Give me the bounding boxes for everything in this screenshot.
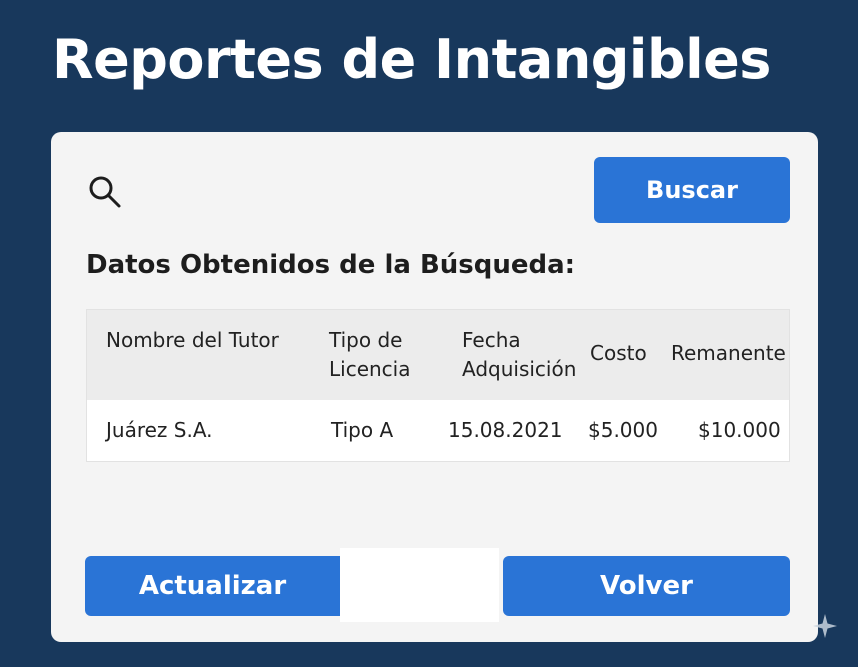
update-button[interactable]: Actualizar [85,556,340,616]
column-header-acquisition-date: Fecha Adquisición [462,328,577,381]
cell-cost: $5.000 [588,418,658,442]
blank-area [340,548,499,622]
column-header-license-type: Tipo de Licencia [329,328,411,381]
column-header-remaining: Remanente [671,341,786,365]
search-icon[interactable] [85,172,125,212]
report-card: Buscar Datos Obtenidos de la Búsqueda: N… [51,132,818,642]
back-button[interactable]: Volver [503,556,790,616]
page-title: Reportes de Intangibles [52,28,771,91]
cell-tutor: Juárez S.A. [106,418,213,442]
cell-remaining: $10.000 [698,418,781,442]
cell-license-type: Tipo A [331,418,394,442]
sparkle-icon [813,614,837,638]
search-button[interactable]: Buscar [594,157,790,223]
results-title: Datos Obtenidos de la Búsqueda: [86,250,576,280]
page: Reportes de Intangibles Buscar Datos Obt… [0,0,858,667]
results-table: Nombre del Tutor Tipo de Licencia Fecha … [86,309,790,462]
cell-acquisition-date: 15.08.2021 [448,418,563,442]
column-header-cost: Costo [590,341,647,365]
column-header-tutor: Nombre del Tutor [106,328,279,352]
